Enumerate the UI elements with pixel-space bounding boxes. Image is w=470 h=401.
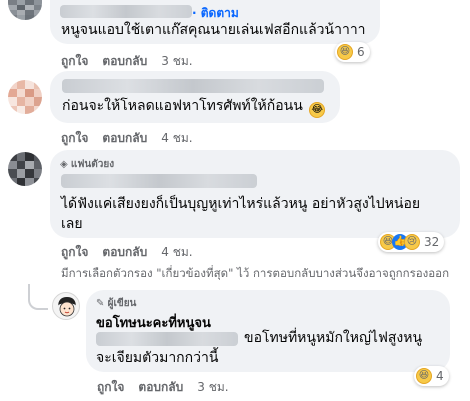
reply-button[interactable]: ตอบกลับ [138,378,183,397]
commenter-avatar[interactable] [8,80,42,114]
top-fan-badge: ◈ แฟนตัวยง [60,157,114,172]
like-button[interactable]: ถูกใจ [61,129,88,148]
reaction-count: 6 [357,45,365,59]
comment-time[interactable]: 4 ชม. [161,243,192,262]
comment-text-line1: ได้ฟังแค่เสียงยงก็เป็นบุญหูเท่าไหร่แล้วห… [61,196,421,212]
reply-button[interactable]: ตอบกลับ [102,52,147,71]
comment-text: ก่อนจะให้โหลดแอฟหาโทรศัพท์ให้ก้อนน 😂 [62,96,326,118]
badge-label: ผู้เขียน [107,298,137,309]
like-button[interactable]: ถูกใจ [97,378,124,397]
comment-text-line2: เลย [61,216,83,232]
reaction-summary[interactable]: 😆 👍 😢 32 [378,232,445,252]
commenter-avatar[interactable] [8,152,42,186]
reply-actions: ถูกใจ ตอบกลับ 3 ชม. [97,378,229,397]
badge-label: แฟนตัวยง [70,159,115,170]
reaction-count: 4 [436,369,444,383]
reaction-summary[interactable]: 😆 4 [414,366,449,386]
like-button[interactable]: ถูกใจ [61,243,88,262]
haha-emoji-icon: 😆 [337,44,353,60]
author-name[interactable]: ขอโทษนะคะที่หนูจน [96,312,211,333]
like-button[interactable]: ถูกใจ [61,52,88,71]
sad-emoji-icon: 😢 [404,234,420,250]
comment-actions: ถูกใจ ตอบกลับ 3 ชม. [61,52,193,71]
reply-text-line1: ขอโทษที่หนูหมักใหญ่ไฟสูงหนู [244,330,423,346]
reply-button[interactable]: ตอบกลับ [102,129,147,148]
reply-button[interactable]: ตอบกลับ [102,243,147,262]
haha-emoji-icon: 😆 [416,368,432,384]
comment-text-content: ก่อนจะให้โหลดแอฟหาโทรศัพท์ให้ก้อนน [62,98,303,114]
reply-time[interactable]: 3 ชม. [197,378,228,397]
redacted-commenter-name [61,174,257,188]
reaction-summary[interactable]: 😆 6 [335,42,370,62]
redacted-mention [96,332,238,346]
redacted-commenter-name [62,79,324,93]
cartoon-face-icon [58,297,76,317]
commenter-avatar[interactable] [8,0,42,20]
comment-text: หนูจนแอบใช้เตาแก๊สคุณนายเล่นเฟสอีกแล้วน้… [61,22,366,38]
author-avatar[interactable] [52,292,80,320]
diamond-icon: ◈ [60,159,68,170]
comment-actions: ถูกใจ ตอบกลับ 4 ชม. [61,243,193,262]
reaction-count: 32 [424,235,440,249]
comment-time[interactable]: 3 ชม. [161,52,192,71]
comment-actions: ถูกใจ ตอบกลับ 4 ชม. [61,129,193,148]
pencil-icon: ✎ [96,298,105,309]
laughing-emoji-icon: 😂 [309,102,326,118]
filter-notice: มีการเลือกตัวกรอง "เกี่ยวข้องที่สุด" ไว้… [61,266,450,280]
author-badge: ✎ ผู้เขียน [96,296,136,311]
reply-thread-line [28,284,48,310]
comment-time[interactable]: 4 ชม. [161,129,192,148]
redacted-commenter-name [60,5,192,18]
reply-text-line2: จะเจียมตัวมากกว่านี้ [96,350,219,366]
